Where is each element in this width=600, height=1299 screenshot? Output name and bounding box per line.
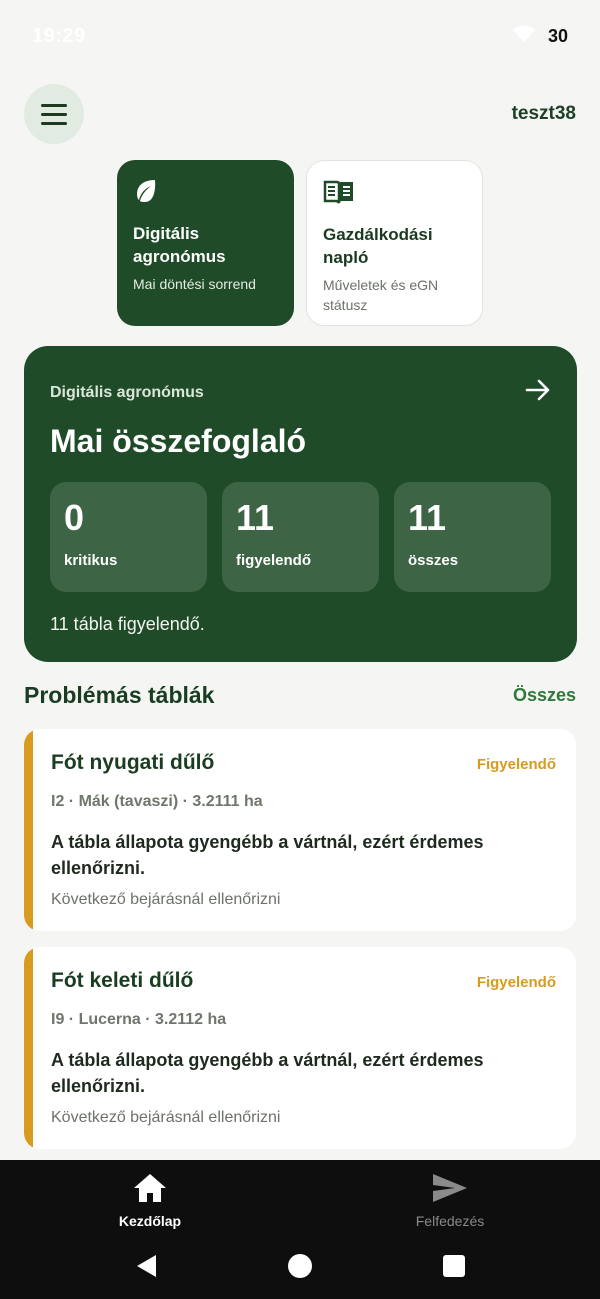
nav-label: Felfedezés <box>415 1213 485 1229</box>
field-meta: I9 · Lucerna · 3.2112 ha <box>51 1011 227 1028</box>
app-header: teszt38 <box>24 84 576 144</box>
arrow-right-icon[interactable] <box>525 378 551 407</box>
field-description: A tábla állapota gyengébb a vártnál, ezé… <box>51 832 484 878</box>
field-name: Fót nyugati dűlő <box>51 751 215 774</box>
status-icons: 30 <box>512 25 568 48</box>
summary-footer: 11 tábla figyelendő. <box>50 614 205 634</box>
section-title: Problémás táblák <box>24 682 215 708</box>
quick-card-digital-agronomist[interactable]: Digitális agronómus Mai döntési sorrend <box>117 160 294 326</box>
system-navigation <box>0 1246 600 1286</box>
summary-label: Digitális agronómus <box>50 383 204 401</box>
leaf-icon <box>133 178 278 208</box>
status-badge: Figyelendő <box>476 756 556 773</box>
stat-value: 11 <box>408 497 447 538</box>
field-meta: I2 · Mák (tavaszi) · 3.2111 ha <box>51 793 263 810</box>
recents-button[interactable] <box>424 1246 484 1286</box>
nav-item-explore[interactable]: Felfedezés <box>300 1160 600 1232</box>
quick-card-title: Gazdálkodási napló <box>323 225 433 267</box>
home-icon <box>132 1172 168 1209</box>
home-button[interactable] <box>270 1246 330 1286</box>
stat-label: összes <box>408 552 459 569</box>
bottom-navigation: Kezdőlap Felfedezés <box>0 1160 600 1299</box>
summary-stats: 0 kritikus 11 figyelendő 11 összes <box>50 482 551 592</box>
status-bar: 19:29 30 <box>0 0 600 72</box>
quick-card-subtitle: Műveletek és eGN státusz <box>323 277 439 313</box>
status-time: 19:29 <box>32 24 86 47</box>
quick-card-title: Digitális agronómus <box>133 224 226 266</box>
daily-summary-card[interactable]: Digitális agronómus Mai összefoglaló 0 k… <box>24 346 577 662</box>
menu-button[interactable] <box>24 84 84 144</box>
stat-value: 11 <box>236 497 275 538</box>
quick-card-subtitle: Mai döntési sorrend <box>133 276 256 292</box>
stat-critical: 0 kritikus <box>50 482 207 592</box>
field-name: Fót keleti dűlő <box>51 969 194 992</box>
field-next-action: Következő bejárásnál ellenőrizni <box>51 1109 281 1126</box>
book-icon <box>323 179 466 209</box>
back-button[interactable] <box>116 1246 176 1286</box>
field-card[interactable]: Fót keleti dűlő Figyelendő I9 · Lucerna … <box>24 947 576 1149</box>
problem-fields-header: Problémás táblák Összes <box>24 682 576 709</box>
quick-card-farming-journal[interactable]: Gazdálkodási napló Műveletek és eGN stát… <box>306 160 483 326</box>
field-card[interactable]: Fót nyugati dűlő Figyelendő I2 · Mák (ta… <box>24 729 576 931</box>
nav-item-home[interactable]: Kezdőlap <box>0 1160 300 1232</box>
stat-watch: 11 figyelendő <box>222 482 379 592</box>
menu-icon-line <box>41 121 67 125</box>
status-badge: Figyelendő <box>476 974 556 991</box>
stat-label: kritikus <box>64 552 118 569</box>
stat-value: 0 <box>64 497 85 538</box>
field-next-action: Következő bejárásnál ellenőrizni <box>51 891 281 908</box>
see-all-link[interactable]: Összes <box>513 685 576 706</box>
quick-cards: Digitális agronómus Mai döntési sorrend … <box>117 160 483 326</box>
menu-icon-line <box>41 103 67 107</box>
send-icon <box>431 1172 469 1209</box>
username: teszt38 <box>511 103 576 124</box>
nav-label: Kezdőlap <box>118 1213 182 1229</box>
menu-icon-line <box>41 112 67 116</box>
wifi-icon <box>512 25 536 48</box>
summary-title: Mai összefoglaló <box>50 423 307 459</box>
battery-level: 30 <box>547 25 568 46</box>
field-description: A tábla állapota gyengébb a vártnál, ezé… <box>51 1050 484 1096</box>
stat-total: 11 összes <box>394 482 551 592</box>
stat-label: figyelendő <box>236 552 312 569</box>
